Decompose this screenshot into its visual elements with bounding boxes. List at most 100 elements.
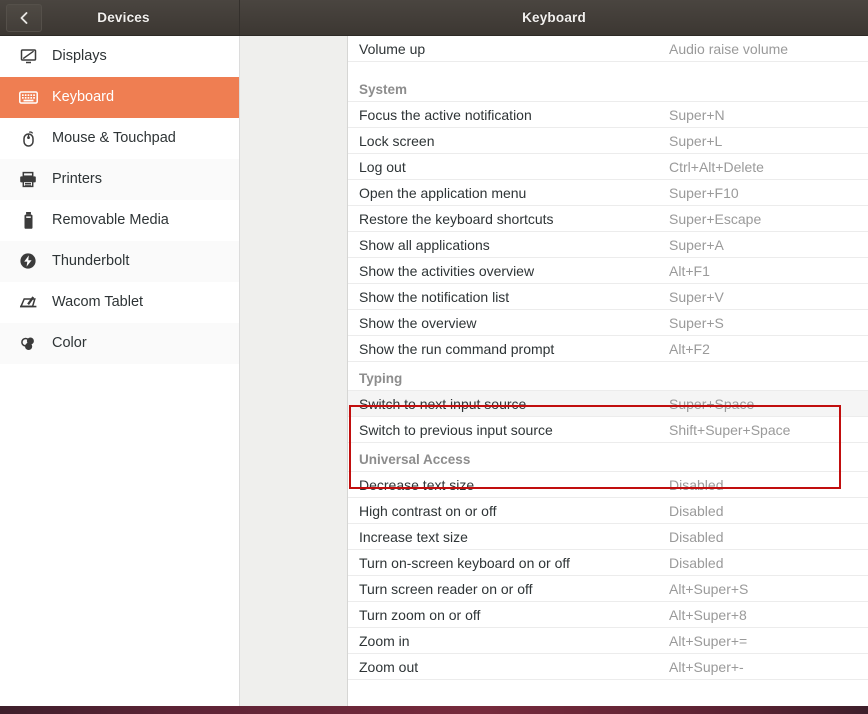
shortcut-row[interactable]: Increase text size Disabled — [348, 524, 868, 550]
sidebar-item-removable-media[interactable]: Removable Media — [0, 200, 239, 241]
shortcut-action: Open the application menu — [359, 184, 527, 201]
shortcut-section-header: Typing — [348, 362, 868, 391]
mouse-icon — [17, 129, 39, 147]
sidebar-item-printers[interactable]: Printers — [0, 159, 239, 200]
sidebar-item-wacom-tablet[interactable]: Wacom Tablet — [0, 282, 239, 323]
shortcut-row[interactable]: Show all applications Super+A — [348, 232, 868, 258]
shortcut-key: Super+S — [669, 314, 724, 331]
sidebar-item-mouse-touchpad[interactable]: Mouse & Touchpad — [0, 118, 239, 159]
shortcut-section-header: System — [348, 62, 868, 102]
shortcut-action: Turn on-screen keyboard on or off — [359, 554, 570, 571]
shortcut-row[interactable]: Turn screen reader on or off Alt+Super+S — [348, 576, 868, 602]
chevron-left-icon — [18, 11, 30, 25]
sidebar-item-label: Removable Media — [52, 212, 169, 228]
shortcut-action: Show all applications — [359, 236, 490, 253]
shortcut-key: Disabled — [669, 502, 724, 519]
shortcut-row[interactable]: Log out Ctrl+Alt+Delete — [348, 154, 868, 180]
shortcut-key: Disabled — [669, 528, 724, 545]
thunderbolt-icon — [17, 252, 39, 270]
shortcut-row[interactable]: Show the overview Super+S — [348, 310, 868, 336]
shortcut-action: Zoom in — [359, 632, 410, 649]
shortcut-key: Disabled — [669, 554, 724, 571]
sidebar-item-displays[interactable]: Displays — [0, 36, 239, 77]
shortcut-key: Super+A — [669, 236, 724, 253]
section-label: System — [359, 82, 408, 97]
shortcut-row[interactable]: Zoom in Alt+Super+= — [348, 628, 868, 654]
settings-window: Devices Keyboard Displays Keyboard Mouse… — [0, 0, 868, 706]
shortcut-row[interactable]: Restore the keyboard shortcuts Super+Esca… — [348, 206, 868, 232]
usb-drive-icon — [17, 211, 39, 230]
shortcut-key: Alt+Super+S — [669, 580, 749, 597]
shortcut-action: Zoom out — [359, 658, 419, 675]
shortcut-action: Switch to previous input source — [359, 421, 553, 438]
keyboard-icon — [17, 90, 39, 105]
shortcut-action: Show the run command prompt — [359, 340, 555, 357]
color-profile-icon — [17, 335, 39, 352]
shortcut-action: High contrast on or off — [359, 502, 497, 519]
sidebar-item-label: Wacom Tablet — [52, 294, 144, 310]
shortcut-key: Audio raise volume — [669, 40, 789, 57]
wacom-tablet-icon — [17, 294, 39, 310]
sidebar-item-label: Displays — [52, 48, 107, 64]
shortcut-row[interactable]: Turn zoom on or off Alt+Super+8 — [348, 602, 868, 628]
sidebar-item-color[interactable]: Color — [0, 323, 239, 364]
shortcut-action: Decrease text size — [359, 476, 475, 493]
sidebar-item-label: Color — [52, 335, 87, 351]
shortcut-row[interactable]: Switch to next input source Super+Space — [348, 391, 868, 417]
shortcut-key: Super+F10 — [669, 184, 739, 201]
sidebar-item-label: Printers — [52, 171, 102, 187]
shortcut-action: Turn zoom on or off — [359, 606, 481, 623]
shortcut-key: Super+V — [669, 288, 724, 305]
sidebar: Displays Keyboard Mouse & Touchpad Print… — [0, 36, 240, 706]
sidebar-item-label: Mouse & Touchpad — [52, 130, 176, 146]
shortcut-action: Switch to next input source — [359, 395, 527, 412]
section-label: Universal Access — [359, 452, 471, 467]
shortcut-row[interactable]: Lock screen Super+L — [348, 128, 868, 154]
shortcut-key: Super+Space — [669, 395, 755, 412]
back-button[interactable] — [6, 3, 42, 32]
content-left-gutter — [240, 36, 348, 706]
shortcut-action: Lock screen — [359, 132, 435, 149]
shortcut-row[interactable]: Open the application menu Super+F10 — [348, 180, 868, 206]
shortcut-key: Ctrl+Alt+Delete — [669, 158, 764, 175]
sidebar-item-thunderbolt[interactable]: Thunderbolt — [0, 241, 239, 282]
shortcut-section-header: Universal Access — [348, 443, 868, 472]
desktop-background-strip — [0, 706, 868, 714]
shortcut-key: Super+Escape — [669, 210, 762, 227]
shortcut-row[interactable]: Decrease text size Disabled — [348, 472, 868, 498]
window-body: Displays Keyboard Mouse & Touchpad Print… — [0, 36, 868, 706]
titlebar-right-pane: Keyboard — [240, 0, 868, 35]
shortcut-key: Alt+F1 — [669, 262, 710, 279]
titlebar: Devices Keyboard — [0, 0, 868, 36]
printer-icon — [17, 171, 39, 188]
shortcut-action: Focus the active notification — [359, 106, 532, 123]
shortcut-action: Increase text size — [359, 528, 468, 545]
shortcut-row[interactable]: Zoom out Alt+Super+- — [348, 654, 868, 680]
shortcut-key: Super+N — [669, 106, 725, 123]
shortcut-row[interactable]: High contrast on or off Disabled — [348, 498, 868, 524]
sidebar-item-keyboard[interactable]: Keyboard — [0, 77, 239, 118]
shortcut-row[interactable]: Switch to previous input source Shift+Sup… — [348, 417, 868, 443]
shortcut-row[interactable]: Show the run command prompt Alt+F2 — [348, 336, 868, 362]
shortcut-row[interactable]: Turn on-screen keyboard on or off Disable… — [348, 550, 868, 576]
shortcut-action: Volume up — [359, 40, 426, 57]
shortcut-key: Alt+Super+8 — [669, 606, 747, 623]
shortcut-key: Super+L — [669, 132, 723, 149]
shortcut-key: Alt+Super+- — [669, 658, 744, 675]
display-icon — [17, 48, 39, 65]
shortcuts-list[interactable]: Volume up Audio raise volume System Focus t… — [348, 36, 868, 706]
shortcut-action: Turn screen reader on or off — [359, 580, 533, 597]
shortcut-row[interactable]: Volume up Audio raise volume — [348, 36, 868, 62]
page-title: Keyboard — [522, 10, 586, 25]
shortcut-action: Show the overview — [359, 314, 477, 331]
shortcut-row[interactable]: Show the notification list Super+V — [348, 284, 868, 310]
shortcut-row[interactable]: Show the activities overview Alt+F1 — [348, 258, 868, 284]
sidebar-item-label: Thunderbolt — [52, 253, 130, 269]
shortcut-key: Alt+Super+= — [669, 632, 748, 649]
shortcut-key: Alt+F2 — [669, 340, 710, 357]
shortcut-key: Disabled — [669, 476, 724, 493]
shortcut-action: Log out — [359, 158, 406, 175]
panel-title-devices: Devices — [97, 10, 150, 25]
shortcut-action: Restore the keyboard shortcuts — [359, 210, 554, 227]
shortcut-row[interactable]: Focus the active notification Super+N — [348, 102, 868, 128]
